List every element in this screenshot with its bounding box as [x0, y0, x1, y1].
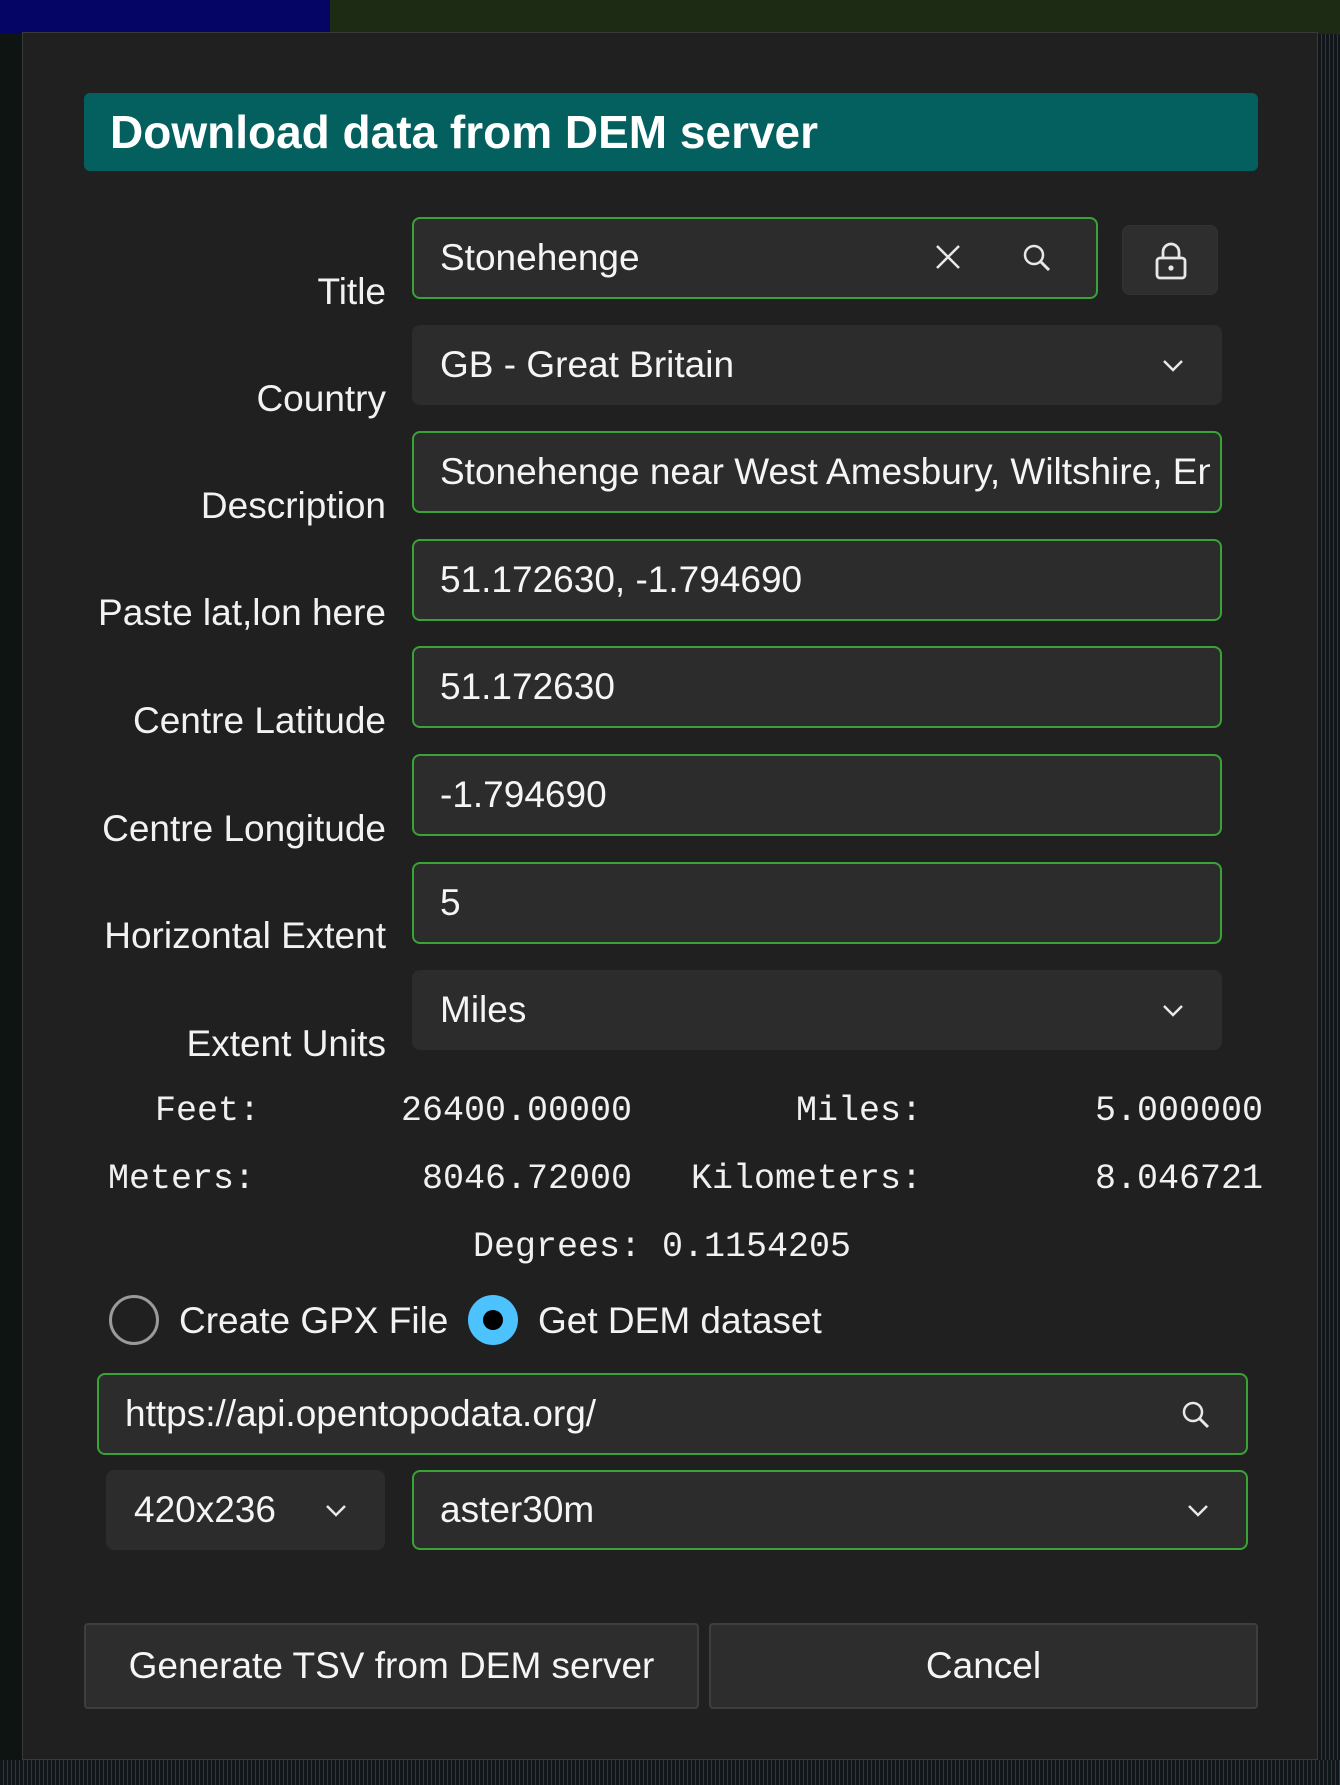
background-left-edge: [0, 34, 22, 1785]
background-map-area: [330, 0, 1340, 34]
extent-input[interactable]: 5: [412, 862, 1222, 944]
lock-button[interactable]: [1122, 225, 1218, 295]
dataset-value: aster30m: [440, 1489, 595, 1530]
description-input-value: Stonehenge near West Amesbury, Wiltshire…: [440, 451, 1210, 492]
kilometers-value: 8.046721: [1094, 1159, 1263, 1199]
latitude-value: 51.172630: [440, 666, 615, 707]
lock-icon: [1154, 241, 1188, 281]
dialog-title: Download data from DEM server: [110, 106, 819, 158]
cancel-button[interactable]: Cancel: [709, 1623, 1258, 1709]
meters-label: Meters:: [108, 1159, 256, 1199]
generate-tsv-button[interactable]: Generate TSV from DEM server: [84, 1623, 699, 1709]
meters-value: 8046.72000: [421, 1159, 632, 1199]
get-dem-radio[interactable]: [468, 1295, 518, 1345]
clear-icon[interactable]: [933, 242, 963, 272]
extent-value: 5: [440, 882, 461, 923]
create-gpx-radio[interactable]: [109, 1295, 159, 1345]
latitude-label: Centre Latitude: [132, 700, 386, 741]
extent-units-select[interactable]: Miles: [412, 970, 1222, 1050]
background-bottom-edge: [0, 1760, 1340, 1785]
title-label: Title: [317, 271, 386, 312]
country-select-value: GB - Great Britain: [440, 344, 735, 385]
dialog-header: Download data from DEM server: [84, 93, 1258, 171]
longitude-input[interactable]: -1.794690: [412, 754, 1222, 836]
server-url-value: https://api.opentopodata.org/: [125, 1393, 597, 1434]
kilometers-label: Kilometers:: [690, 1159, 922, 1199]
extent-label: Horizontal Extent: [104, 915, 386, 956]
image-size-value: 420x236: [134, 1489, 276, 1530]
feet-value: 26400.00000: [400, 1091, 632, 1131]
chevron-down-icon: [1161, 1000, 1185, 1020]
country-select[interactable]: GB - Great Britain: [412, 325, 1222, 405]
degrees-readout: Degrees: 0.1154205: [473, 1227, 852, 1267]
create-gpx-label[interactable]: Create GPX File: [179, 1300, 448, 1342]
miles-label: Miles:: [795, 1091, 922, 1131]
image-size-select[interactable]: 420x236: [106, 1470, 385, 1550]
chevron-down-icon: [324, 1500, 348, 1520]
paste-latlon-input[interactable]: 51.172630, -1.794690: [412, 539, 1222, 621]
search-icon[interactable]: [1021, 242, 1053, 274]
background-right-edge: [1318, 34, 1340, 1785]
search-icon[interactable]: [1180, 1399, 1212, 1431]
latitude-input[interactable]: 51.172630: [412, 646, 1222, 728]
paste-latlon-value: 51.172630, -1.794690: [440, 559, 803, 600]
title-input[interactable]: Stonehenge: [412, 217, 1098, 299]
paste-latlon-label: Paste lat,lon here: [98, 592, 386, 633]
chevron-down-icon: [1186, 1500, 1210, 1520]
chevron-down-icon: [1161, 355, 1185, 375]
miles-value: 5.000000: [1094, 1091, 1263, 1131]
country-label: Country: [256, 378, 386, 419]
feet-label: Feet:: [155, 1091, 261, 1131]
dataset-select[interactable]: aster30m: [412, 1470, 1248, 1550]
dem-download-dialog: Download data from DEM server Title Ston…: [22, 32, 1318, 1760]
title-input-value: Stonehenge: [440, 237, 640, 278]
description-label: Description: [200, 485, 386, 526]
extent-units-label: Extent Units: [186, 1023, 386, 1064]
background-app-area: [0, 0, 330, 34]
longitude-label: Centre Longitude: [102, 808, 386, 849]
get-dem-label[interactable]: Get DEM dataset: [538, 1300, 822, 1342]
longitude-value: -1.794690: [440, 774, 607, 815]
description-input[interactable]: Stonehenge near West Amesbury, Wiltshire…: [412, 431, 1222, 513]
extent-units-value: Miles: [440, 989, 527, 1030]
server-url-input[interactable]: https://api.opentopodata.org/: [97, 1373, 1248, 1455]
